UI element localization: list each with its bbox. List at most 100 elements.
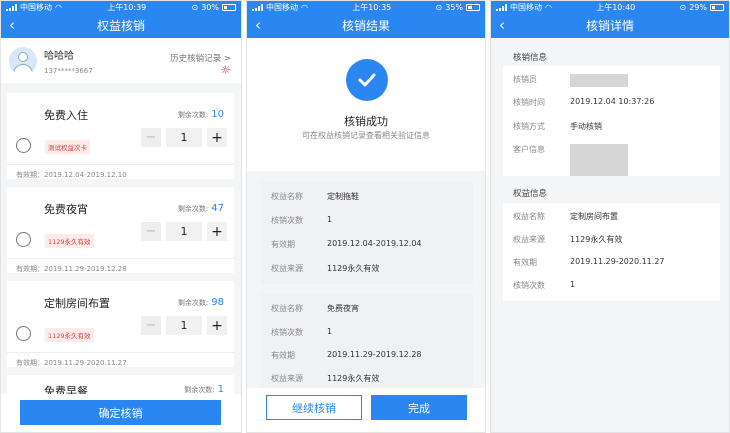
bug-icon: ☼ — [220, 63, 231, 77]
nav-bar: ‹ 核销结果 — [247, 13, 485, 38]
redacted-customer — [570, 144, 628, 176]
redacted-operator — [570, 74, 628, 87]
quantity-stepper: − 1 + — [141, 316, 227, 335]
remaining-count: 剩余次数: 10 — [177, 109, 224, 120]
battery-percent: 35% — [445, 2, 463, 12]
signal-icon — [252, 3, 263, 11]
nav-bar: ‹ 核销详情 — [491, 13, 729, 38]
info-row: 有效期 2019.12.04-2019.12.04 — [271, 239, 422, 249]
battery-icon — [466, 3, 480, 11]
bottom-action-bar: 继续核销 完成 — [247, 388, 485, 432]
section-title: 核销信息 — [513, 53, 548, 63]
decrement-button[interactable]: − — [141, 316, 161, 335]
info-row: 权益来源 1129永久有效 — [271, 264, 380, 273]
benefit-card: 免费入住 剩余次数: 10 测试权益次卡 − 1 + 有效期：2019.12.04… — [7, 93, 234, 179]
battery-icon — [222, 3, 236, 11]
section-title: 权益信息 — [513, 189, 548, 199]
remaining-count: 剩余次数: 98 — [177, 297, 224, 308]
back-icon[interactable]: ‹ — [499, 16, 505, 34]
lock-icon: ⊙ — [191, 2, 199, 12]
increment-button[interactable]: + — [207, 316, 227, 335]
bottom-action-bar: 确定核销 — [1, 394, 241, 432]
user-name: 哈哈哈 — [44, 50, 74, 62]
signal-icon — [6, 3, 17, 11]
remaining-count: 剩余次数: 47 — [177, 203, 224, 214]
page-title: 核销详情 — [585, 19, 634, 33]
info-row: 权益名称 定制拖鞋 — [271, 192, 359, 201]
status-time: 上午10:40 — [596, 2, 636, 12]
benefit-title: 免费夜宵 — [44, 203, 88, 216]
status-bar: 中国移动 ◠ 上午10:35 ⊙ 35% — [247, 1, 485, 13]
wifi-icon: ◠ — [545, 2, 552, 12]
benefit-card: 定制房间布置 剩余次数: 98 1129永久有效 − 1 + 有效期：2019.1… — [7, 281, 234, 367]
result-title: 核销成功 — [344, 115, 388, 128]
status-time: 上午10:35 — [352, 2, 392, 12]
quantity-value[interactable]: 1 — [166, 128, 202, 147]
validity-period: 有效期：2019.11.29-2019.12.28 — [7, 258, 234, 279]
avatar — [9, 46, 37, 75]
detail-row: 核销员 — [513, 74, 628, 87]
verified-benefit-block: 权益名称 定制拖鞋 核销次数 1 有效期 2019.12.04-2019.12.04 … — [261, 181, 473, 284]
select-radio[interactable] — [16, 326, 31, 341]
page-title: 权益核销 — [96, 19, 145, 33]
benefit-card: 免费夜宵 剩余次数: 47 1129永久有效 − 1 + 有效期：2019.11.… — [7, 187, 234, 273]
info-row: 有效期 2019.11.29-2019.12.28 — [271, 350, 422, 360]
screen-verify-detail: 中国移动 ◠ 上午10:40 ⊙ 29% ‹ 核销详情 核销信息 核销员 核销时间 2… — [490, 0, 730, 433]
increment-button[interactable]: + — [207, 128, 227, 147]
benefit-title: 免费入住 — [44, 109, 88, 122]
decrement-button[interactable]: − — [141, 128, 161, 147]
detail-row: 有效期 2019.11.29-2020.11.27 — [513, 257, 665, 267]
confirm-verify-button[interactable]: 确定核销 — [20, 400, 221, 425]
screen-verify-benefits: 中国移动 ◠ 上午10:39 ⊙ 30% ‹ 权益核销 哈哈哈 137*****36… — [0, 0, 242, 433]
lock-icon: ⊙ — [679, 2, 687, 12]
benefit-tag: 测试权益次卡 — [45, 140, 90, 154]
battery-percent: 29% — [689, 2, 707, 12]
lock-icon: ⊙ — [435, 2, 443, 12]
status-bar: 中国移动 ◠ 上午10:39 ⊙ 30% — [1, 1, 241, 13]
detail-row: 核销时间 2019.12.04 10:37:26 — [513, 97, 655, 107]
info-row: 核销次数 1 — [271, 327, 333, 337]
wifi-icon: ◠ — [55, 2, 62, 12]
info-row: 权益来源 1129永久有效 — [271, 374, 380, 383]
benefit-title: 定制房间布置 — [44, 297, 110, 310]
wifi-icon: ◠ — [301, 2, 308, 12]
verified-benefit-block: 权益名称 免费夜宵 核销次数 1 有效期 2019.11.29-2019.12.28 … — [261, 293, 473, 391]
quantity-stepper: − 1 + — [141, 128, 227, 147]
quantity-value[interactable]: 1 — [166, 222, 202, 241]
validity-period: 有效期：2019.12.04-2019.12.10 — [7, 164, 234, 185]
increment-button[interactable]: + — [207, 222, 227, 241]
carrier-label: 中国移动 — [510, 2, 542, 12]
user-info: 哈哈哈 137*****3667 历史核销记录 > ☼ — [1, 38, 241, 83]
detail-row: 权益来源 1129永久有效 — [513, 235, 623, 244]
quantity-value[interactable]: 1 — [166, 316, 202, 335]
back-icon[interactable]: ‹ — [255, 16, 261, 34]
success-check-icon — [346, 59, 388, 101]
status-time: 上午10:39 — [107, 2, 147, 12]
carrier-label: 中国移动 — [20, 2, 52, 12]
detail-row: 权益名称 定制房间布置 — [513, 212, 618, 221]
status-bar: 中国移动 ◠ 上午10:40 ⊙ 29% — [491, 1, 729, 13]
quantity-stepper: − 1 + — [141, 222, 227, 241]
page-title: 核销结果 — [341, 19, 390, 33]
nav-bar: ‹ 权益核销 — [1, 13, 241, 38]
decrement-button[interactable]: − — [141, 222, 161, 241]
continue-verify-button[interactable]: 继续核销 — [266, 395, 362, 420]
result-summary: 核销成功 可在权益核销记录查看相关验证信息 — [247, 38, 485, 171]
verify-info-card: 核销员 核销时间 2019.12.04 10:37:26 核销方式 手动核销 客户信… — [503, 66, 720, 176]
detail-row: 客户信息 — [513, 144, 628, 176]
result-subtitle: 可在权益核销记录查看相关验证信息 — [302, 131, 430, 140]
benefit-info-card: 权益名称 定制房间布置 权益来源 1129永久有效 有效期 2019.11.29-20… — [503, 203, 720, 301]
battery-icon — [710, 3, 724, 11]
select-radio[interactable] — [16, 138, 31, 153]
info-row: 核销次数 1 — [271, 215, 333, 225]
select-radio[interactable] — [16, 232, 31, 247]
benefit-tag: 1129永久有效 — [45, 234, 94, 248]
validity-period: 有效期：2019.11.29-2020.11.27 — [7, 352, 234, 373]
benefit-tag: 1129永久有效 — [45, 328, 94, 342]
user-phone: 137*****3667 — [44, 66, 93, 75]
carrier-label: 中国移动 — [266, 2, 298, 12]
back-icon[interactable]: ‹ — [9, 16, 15, 34]
signal-icon — [496, 3, 507, 11]
done-button[interactable]: 完成 — [371, 395, 467, 420]
screen-verify-result: 中国移动 ◠ 上午10:35 ⊙ 35% ‹ 核销结果 核销成功 可在权益核销记录查… — [246, 0, 486, 433]
